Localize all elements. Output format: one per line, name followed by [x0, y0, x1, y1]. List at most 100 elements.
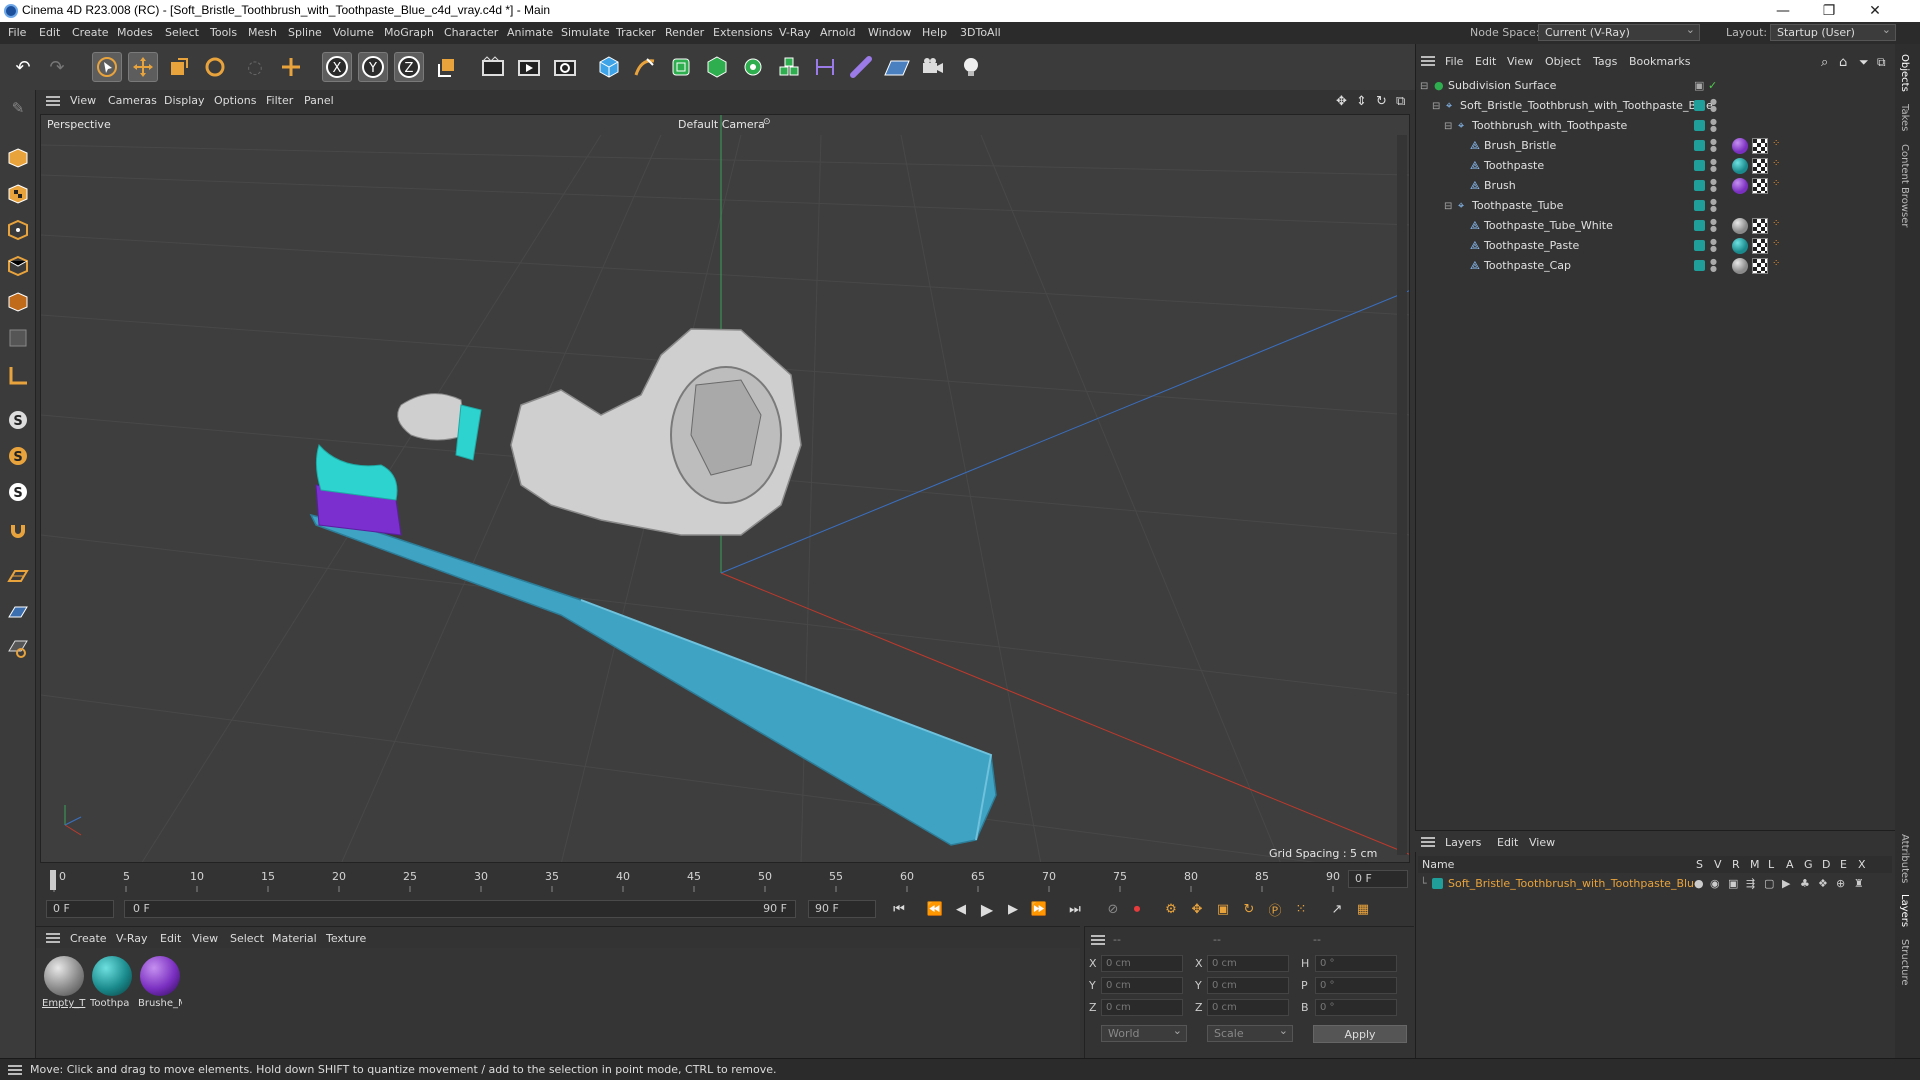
uvw-tag-icon[interactable]	[1752, 238, 1768, 254]
menu-tracker[interactable]: Tracker	[616, 26, 656, 39]
current-frame-field[interactable]: 0 F	[1348, 870, 1408, 888]
menu-mograph[interactable]: MoGraph	[384, 26, 434, 39]
cube-primitive-icon[interactable]	[594, 52, 624, 82]
point-mode-icon[interactable]	[4, 216, 32, 244]
visibility-dots[interactable]: ● ●	[1710, 158, 1717, 173]
start-frame-field[interactable]: 0 F	[46, 900, 114, 918]
object-menu-object[interactable]: Object	[1545, 55, 1581, 68]
coordinates-menu-icon[interactable]	[1091, 935, 1105, 945]
layer-color-chip[interactable]	[1694, 260, 1705, 271]
next-key-icon[interactable]: ⏩	[1028, 898, 1050, 920]
add-object-icon[interactable]	[276, 52, 306, 82]
tab-objects[interactable]: Objects	[1899, 54, 1910, 92]
visibility-dots[interactable]: ● ●	[1710, 198, 1717, 213]
playhead[interactable]	[50, 870, 56, 890]
material-swatch[interactable]: Empty_T	[42, 954, 86, 1010]
workplane-snap-icon[interactable]: S	[4, 442, 32, 470]
go-to-start-icon[interactable]: ⏮	[888, 898, 910, 920]
object-menu-edit[interactable]: Edit	[1475, 55, 1496, 68]
rot-b-field[interactable]: 0 °	[1315, 999, 1397, 1016]
object-row[interactable]: ⟁ Brush ● ● ⁘	[1418, 176, 1894, 196]
menu-mesh[interactable]: Mesh	[248, 26, 277, 39]
render-view-icon[interactable]	[478, 52, 508, 82]
menu-render[interactable]: Render	[665, 26, 704, 39]
viewport-menu-cameras[interactable]: Cameras	[108, 94, 157, 107]
object-row-subdivision-surface[interactable]: ⊟ ● Subdivision Surface ▣ ✓	[1418, 76, 1894, 96]
layer-menu-layers[interactable]: Layers	[1445, 836, 1481, 849]
object-row[interactable]: ⊟ ⌖ Toothbrush_with_Toothpaste ● ●	[1418, 116, 1894, 136]
object-row[interactable]: ⊟ ⌖ Soft_Bristle_Toothbrush_with_Toothpa…	[1418, 96, 1894, 116]
material-tag-icon[interactable]	[1732, 138, 1748, 154]
animation-icon[interactable]: ▶	[1782, 877, 1790, 890]
visibility-dots[interactable]: ● ●	[1710, 118, 1717, 133]
size-z-field[interactable]: 0 cm	[1207, 999, 1289, 1016]
visibility-dots[interactable]: ● ●	[1710, 98, 1717, 113]
viewport-menu-view[interactable]: View	[70, 94, 96, 107]
axis-mode-icon[interactable]	[4, 362, 32, 390]
menu-animate[interactable]: Animate	[507, 26, 553, 39]
object-row[interactable]: ⊟ ⌖ Toothpaste_Tube ● ●	[1418, 196, 1894, 216]
expand-toggle[interactable]: ⊟	[1432, 99, 1442, 112]
material-swatch[interactable]: Brushe_M	[138, 954, 182, 1010]
floor-object-icon[interactable]	[882, 52, 912, 82]
keyframe-selection-icon[interactable]: ⚙	[1160, 898, 1182, 920]
x-axis-lock-icon[interactable]: X	[322, 52, 352, 82]
manager-icon[interactable]: ⇶	[1746, 877, 1755, 890]
key-rotation-icon[interactable]: ↻	[1238, 898, 1260, 920]
layer-menu-edit[interactable]: Edit	[1497, 836, 1518, 849]
layer-color-chip[interactable]	[1694, 240, 1705, 251]
expand-toggle[interactable]: ⊟	[1420, 79, 1430, 92]
material-menu-edit[interactable]: Edit	[160, 932, 181, 945]
deformer-bend-icon[interactable]	[702, 52, 732, 82]
expand-toggle[interactable]: ⊟	[1444, 119, 1454, 132]
visibility-dots[interactable]: ● ●	[1710, 238, 1717, 253]
menu-window[interactable]: Window	[868, 26, 911, 39]
layer-color-chip[interactable]	[1694, 160, 1705, 171]
layer-flag-d[interactable]: D	[1822, 858, 1830, 871]
vray-tag-icon[interactable]: ⁘	[1772, 258, 1780, 269]
material-swatch[interactable]: Toothpa	[90, 954, 134, 1010]
select-tool-icon[interactable]	[92, 52, 122, 82]
material-tag-icon[interactable]	[1732, 158, 1748, 174]
viewport-rotate-icon[interactable]: ↻	[1376, 94, 1387, 109]
menu-3dtoall[interactable]: 3DToAll	[960, 26, 1001, 39]
viewport-menu-display[interactable]: Display	[164, 94, 205, 107]
object-row[interactable]: ⟁ Brush_Bristle ● ● ⁘	[1418, 136, 1894, 156]
texture-mode-icon[interactable]	[4, 180, 32, 208]
uvw-tag-icon[interactable]	[1752, 178, 1768, 194]
maximize-button[interactable]: ❐	[1806, 0, 1852, 22]
size-mode-dropdown[interactable]: Scale	[1207, 1024, 1293, 1042]
end-frame-field[interactable]: 90 F	[808, 900, 876, 918]
status-menu-icon[interactable]	[8, 1065, 22, 1075]
magnet-tool-icon[interactable]	[4, 518, 32, 546]
model-mode-icon[interactable]	[4, 144, 32, 172]
layer-flag-v[interactable]: V	[1714, 858, 1722, 871]
viewport-menu-options[interactable]: Options	[214, 94, 256, 107]
viewport-maximize-icon[interactable]: ⧉	[1396, 94, 1405, 109]
material-tag-icon[interactable]	[1732, 258, 1748, 274]
node-space-dropdown[interactable]: Current (V-Ray)	[1538, 23, 1700, 41]
live-selection-icon[interactable]: ◌	[240, 52, 270, 82]
tab-attributes[interactable]: Attributes	[1899, 834, 1910, 883]
layer-menu-icon[interactable]	[1421, 837, 1435, 847]
render-icon[interactable]: ▣	[1728, 877, 1738, 890]
uvw-tag-icon[interactable]	[1752, 258, 1768, 274]
locked-icon[interactable]: ▢	[1764, 877, 1774, 890]
layer-color-chip[interactable]	[1694, 140, 1705, 151]
redo-icon[interactable]: ↷	[42, 52, 72, 82]
visible-eye-icon[interactable]: ◉	[1710, 877, 1720, 890]
next-frame-icon[interactable]: ▶	[1002, 898, 1024, 920]
material-menu-vray[interactable]: V-Ray	[116, 932, 148, 945]
viewport-menu-panel[interactable]: Panel	[304, 94, 334, 107]
menu-help[interactable]: Help	[922, 26, 947, 39]
solo-icon[interactable]: ●	[1694, 877, 1704, 890]
undo-icon[interactable]: ↶	[8, 52, 38, 82]
menu-create[interactable]: Create	[72, 26, 109, 39]
visibility-dots[interactable]: ● ●	[1710, 258, 1717, 273]
spline-pen-icon[interactable]	[630, 52, 660, 82]
viewport-move-icon[interactable]: ✥	[1336, 94, 1347, 109]
object-menu-bookmarks[interactable]: Bookmarks	[1629, 55, 1690, 68]
layer-menu-view[interactable]: View	[1529, 836, 1555, 849]
vray-tag-icon[interactable]: ⁘	[1772, 158, 1780, 169]
menu-file[interactable]: File	[8, 26, 26, 39]
